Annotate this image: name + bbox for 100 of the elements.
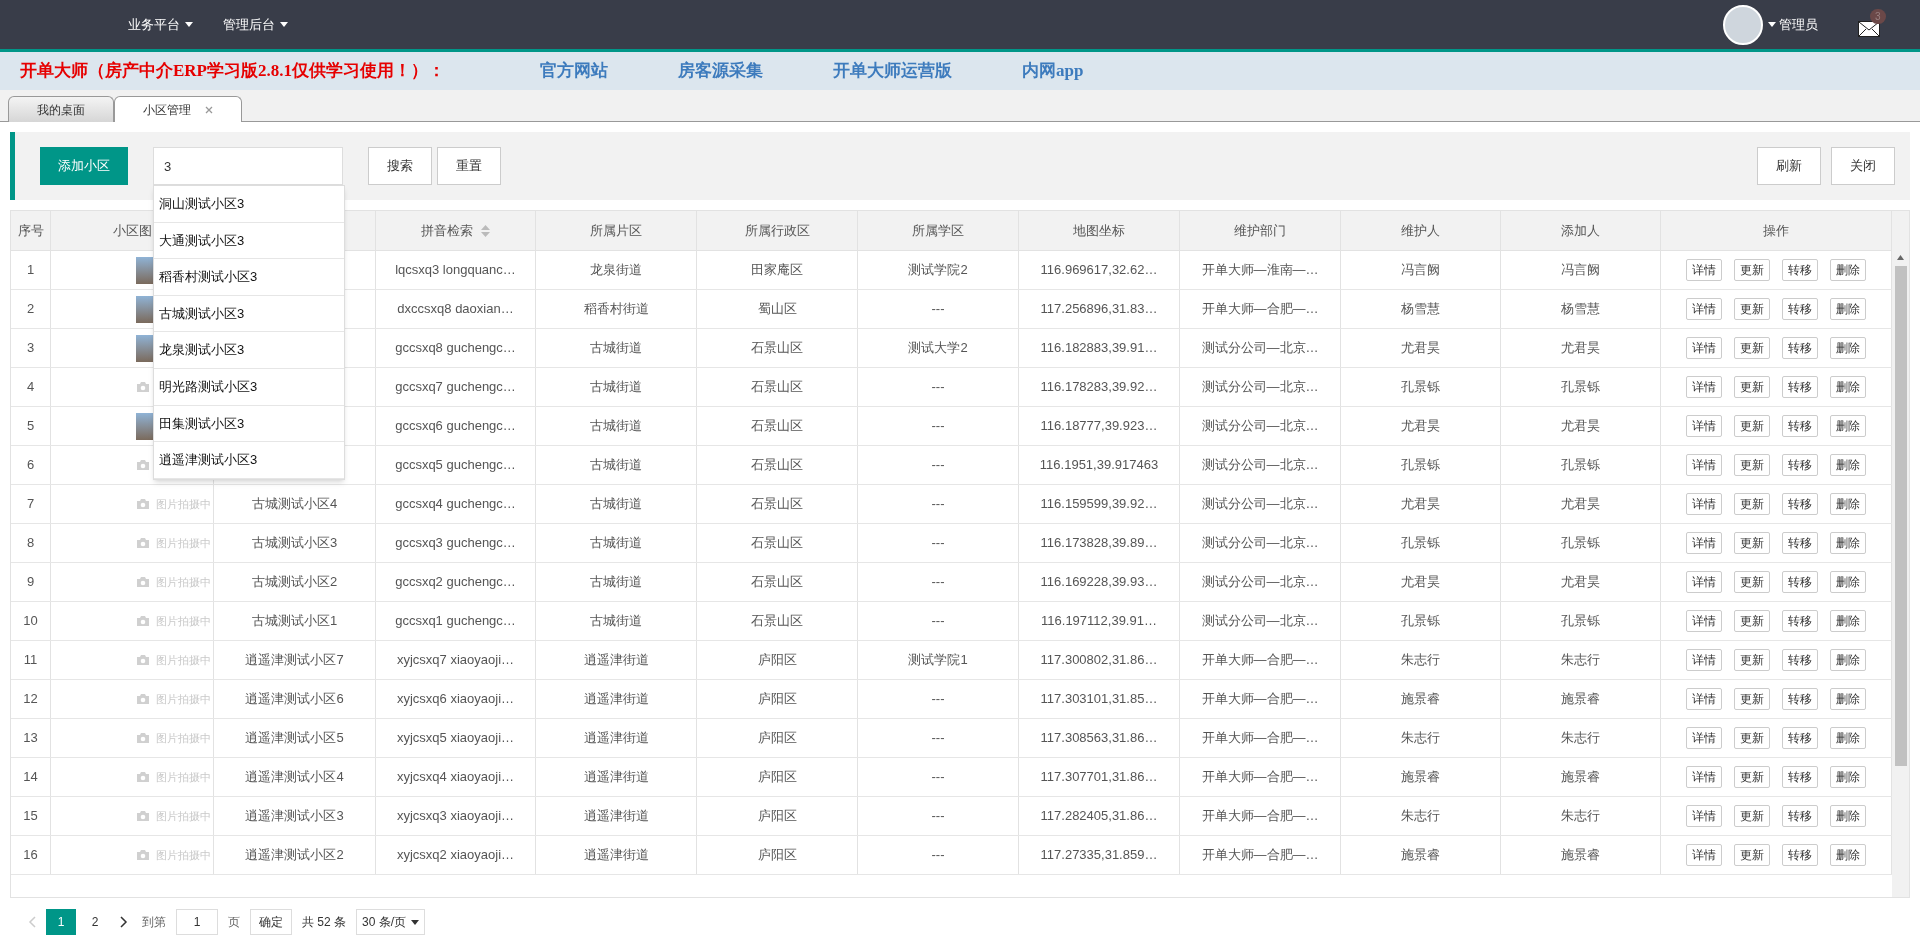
table-cell-text: xyjcsxq7 xiaoyaoji… bbox=[396, 651, 514, 670]
table-cell-text: 开单大师—合肥—… bbox=[1201, 846, 1319, 865]
suggestion-item[interactable]: 大通测试小区3 bbox=[154, 222, 344, 260]
row-action-button[interactable]: 更新 bbox=[1734, 727, 1770, 749]
suggestion-item[interactable]: 明光路测试小区3 bbox=[154, 368, 344, 406]
row-action-button[interactable]: 删除 bbox=[1830, 376, 1866, 398]
table-cell-text: 尤君昊 bbox=[1561, 417, 1600, 436]
row-action-button[interactable]: 删除 bbox=[1830, 727, 1866, 749]
row-action-button[interactable]: 转移 bbox=[1782, 337, 1818, 359]
row-action-button[interactable]: 详情 bbox=[1686, 376, 1722, 398]
suggestion-item[interactable]: 龙泉测试小区3 bbox=[154, 332, 344, 369]
scrollbar[interactable] bbox=[1892, 211, 1909, 897]
row-action-button[interactable]: 删除 bbox=[1830, 337, 1866, 359]
suggestion-item[interactable]: 逍遥津测试小区3 bbox=[154, 442, 344, 479]
row-action-button[interactable]: 详情 bbox=[1686, 610, 1722, 632]
column-header[interactable]: 拼音检索 bbox=[421, 220, 473, 241]
row-action-button[interactable]: 删除 bbox=[1830, 844, 1866, 866]
row-action-button[interactable]: 更新 bbox=[1734, 649, 1770, 671]
row-action-button[interactable]: 删除 bbox=[1830, 649, 1866, 671]
row-action-button[interactable]: 详情 bbox=[1686, 415, 1722, 437]
table-cell-text: 测试分公司—北京… bbox=[1201, 339, 1319, 358]
row-action-button[interactable]: 转移 bbox=[1782, 454, 1818, 476]
row-action-button[interactable]: 转移 bbox=[1782, 493, 1818, 515]
sort-icon[interactable] bbox=[481, 224, 490, 237]
nav-menu[interactable]: 管理后台 bbox=[223, 14, 288, 35]
row-action-button[interactable]: 转移 bbox=[1782, 688, 1818, 710]
add-button[interactable]: 添加小区 bbox=[40, 147, 128, 185]
page-tab[interactable]: 我的桌面 bbox=[8, 96, 114, 122]
row-action-button[interactable]: 详情 bbox=[1686, 532, 1722, 554]
row-action-button[interactable]: 删除 bbox=[1830, 610, 1866, 632]
row-action-button[interactable]: 转移 bbox=[1782, 649, 1818, 671]
table-cell-text: 施景睿 bbox=[1561, 690, 1600, 709]
suggestion-item[interactable]: 古城测试小区3 bbox=[154, 295, 344, 333]
row-action-button[interactable]: 转移 bbox=[1782, 805, 1818, 827]
reset-button[interactable]: 重置 bbox=[437, 147, 501, 185]
page-button[interactable]: 1 bbox=[46, 909, 76, 935]
scroll-up-icon[interactable] bbox=[1897, 255, 1904, 260]
row-action-button[interactable]: 转移 bbox=[1782, 298, 1818, 320]
row-action-button[interactable]: 删除 bbox=[1830, 259, 1866, 281]
row-action-button[interactable]: 更新 bbox=[1734, 298, 1770, 320]
row-action-button[interactable]: 详情 bbox=[1686, 259, 1722, 281]
row-action-button[interactable]: 转移 bbox=[1782, 766, 1818, 788]
row-action-button[interactable]: 删除 bbox=[1830, 805, 1866, 827]
page-size-select[interactable]: 30 条/页 bbox=[356, 909, 426, 935]
row-action-button[interactable]: 更新 bbox=[1734, 688, 1770, 710]
row-action-button[interactable]: 转移 bbox=[1782, 610, 1818, 632]
search-button[interactable]: 搜索 bbox=[368, 147, 432, 185]
row-action-button[interactable]: 详情 bbox=[1686, 571, 1722, 593]
row-action-button[interactable]: 更新 bbox=[1734, 766, 1770, 788]
row-action-button[interactable]: 详情 bbox=[1686, 688, 1722, 710]
row-action-button[interactable]: 转移 bbox=[1782, 844, 1818, 866]
row-action-button[interactable]: 详情 bbox=[1686, 766, 1722, 788]
row-action-button[interactable]: 转移 bbox=[1782, 532, 1818, 554]
search-field[interactable]: 3 bbox=[153, 147, 343, 185]
suggestion-item[interactable]: 稻香村测试小区3 bbox=[154, 259, 344, 296]
row-action-button[interactable]: 更新 bbox=[1734, 571, 1770, 593]
row-action-button[interactable]: 转移 bbox=[1782, 376, 1818, 398]
row-action-button[interactable]: 删除 bbox=[1830, 766, 1866, 788]
row-action-button[interactable]: 删除 bbox=[1830, 688, 1866, 710]
row-action-button[interactable]: 详情 bbox=[1686, 298, 1722, 320]
row-action-button[interactable]: 更新 bbox=[1734, 454, 1770, 476]
row-action-button[interactable]: 转移 bbox=[1782, 415, 1818, 437]
refresh-button[interactable]: 刷新 bbox=[1757, 147, 1821, 185]
row-action-button[interactable]: 删除 bbox=[1830, 493, 1866, 515]
row-action-button[interactable]: 详情 bbox=[1686, 649, 1722, 671]
row-action-button[interactable]: 删除 bbox=[1830, 454, 1866, 476]
row-action-button[interactable]: 详情 bbox=[1686, 493, 1722, 515]
suggestion-item[interactable]: 洞山测试小区3 bbox=[154, 186, 344, 223]
row-action-button[interactable]: 转移 bbox=[1782, 571, 1818, 593]
row-action-button[interactable]: 更新 bbox=[1734, 376, 1770, 398]
row-action-button[interactable]: 删除 bbox=[1830, 532, 1866, 554]
row-action-button[interactable]: 转移 bbox=[1782, 259, 1818, 281]
row-action-button[interactable]: 更新 bbox=[1734, 337, 1770, 359]
row-action-button[interactable]: 更新 bbox=[1734, 259, 1770, 281]
page-button[interactable]: 2 bbox=[80, 909, 110, 935]
row-action-button[interactable]: 详情 bbox=[1686, 727, 1722, 749]
suggestion-item[interactable]: 田集测试小区3 bbox=[154, 405, 344, 443]
row-action-button[interactable]: 详情 bbox=[1686, 337, 1722, 359]
close-icon[interactable] bbox=[205, 105, 213, 114]
row-action-button[interactable]: 详情 bbox=[1686, 454, 1722, 476]
row-action-button[interactable]: 更新 bbox=[1734, 493, 1770, 515]
row-action-button[interactable]: 转移 bbox=[1782, 727, 1818, 749]
row-action-button[interactable]: 更新 bbox=[1734, 610, 1770, 632]
user-menu[interactable]: 管理员 bbox=[1768, 14, 1818, 35]
row-action-button[interactable]: 详情 bbox=[1686, 844, 1722, 866]
mail-icon[interactable] bbox=[1858, 20, 1880, 37]
row-action-button[interactable]: 删除 bbox=[1830, 571, 1866, 593]
close-button[interactable]: 关闭 bbox=[1831, 147, 1895, 185]
row-action-button[interactable]: 详情 bbox=[1686, 805, 1722, 827]
row-action-button[interactable]: 更新 bbox=[1734, 844, 1770, 866]
confirm-button[interactable]: 确定 bbox=[250, 909, 292, 935]
row-action-button[interactable]: 更新 bbox=[1734, 805, 1770, 827]
row-action-button[interactable]: 更新 bbox=[1734, 532, 1770, 554]
nav-menu[interactable]: 业务平台 bbox=[128, 14, 193, 35]
row-action-button[interactable]: 删除 bbox=[1830, 298, 1866, 320]
row-action-button[interactable]: 更新 bbox=[1734, 415, 1770, 437]
page-tab[interactable]: 小区管理 bbox=[114, 96, 242, 122]
row-action-button[interactable]: 删除 bbox=[1830, 415, 1866, 437]
page-input[interactable]: 1 bbox=[176, 909, 218, 935]
scrollbar-thumb[interactable] bbox=[1894, 266, 1907, 766]
